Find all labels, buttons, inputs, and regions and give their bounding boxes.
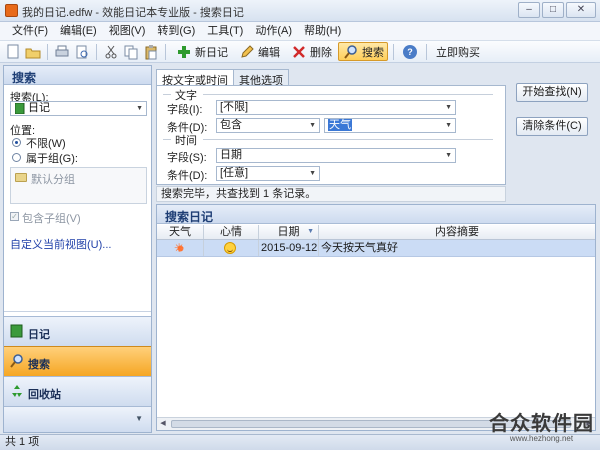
tab-other-options[interactable]: 其他选项 (233, 69, 289, 87)
maximize-button[interactable]: □ (542, 2, 564, 18)
menu-edit[interactable]: 编辑(E) (54, 22, 103, 40)
pencil-icon (239, 44, 255, 60)
cut-icon[interactable] (103, 44, 119, 60)
left-panel-title: 搜索 (4, 66, 151, 85)
scroll-left-icon[interactable]: ◀ (157, 418, 169, 430)
new-document-icon[interactable] (5, 44, 21, 60)
print-icon[interactable] (54, 44, 70, 60)
toolbar-separator (393, 43, 394, 60)
chevron-down-icon: ▼ (136, 105, 143, 112)
toolbar: 新日记 编辑 删除 搜索 ? 立即购买 (0, 41, 600, 63)
radio-in-group[interactable] (12, 153, 21, 162)
clear-conditions-button[interactable]: 清除条件(C) (516, 117, 588, 136)
row-date: 2015-09-12 (261, 240, 319, 256)
watermark: 合众软件园 www.hezhong.net (489, 411, 594, 443)
folder-icon (15, 173, 27, 182)
radio-unlimited[interactable] (12, 138, 21, 147)
toolbar-separator (47, 43, 48, 60)
search-conditions-panel: 文字 字段(I): [不限] ▼ 条件(D): 包含 ▼ 天气 ▼ 时间 字段(… (156, 85, 506, 185)
search-status-text: 搜索完毕，共查找到 1 条记录。 (156, 186, 506, 202)
group-list[interactable]: 默认分组 (10, 167, 147, 204)
time-condition-label: 条件(D): (167, 170, 208, 182)
chevron-down-icon: ▼ (135, 414, 143, 423)
toolbar-separator (426, 43, 427, 60)
col-mood[interactable]: 心情 (204, 225, 259, 239)
nav-diary[interactable]: 日记 (4, 316, 151, 346)
close-button[interactable]: ✕ (566, 2, 596, 18)
left-search-panel: 搜索 搜索(L): 日记 ▼ 位置: 不限(W) 属于组(G): 默认分组 ✓ … (3, 65, 152, 433)
title-bar: 我的日记.edfw - 效能日记本专业版 - 搜索日记 – □ ✕ (0, 0, 600, 22)
menu-file[interactable]: 文件(F) (6, 22, 54, 40)
results-panel: 搜索日记 天气 心情 日期 ▼ 内容摘要 2015-09-12 今天按天气真好 … (156, 204, 596, 431)
menu-view[interactable]: 视图(V) (103, 22, 152, 40)
edit-button[interactable]: 编辑 (234, 42, 284, 61)
chevron-down-icon: ▼ (445, 152, 452, 159)
new-diary-button[interactable]: 新日记 (171, 42, 232, 61)
radio-unlimited-label[interactable]: 不限(W) (26, 135, 66, 151)
search-tabs: 按文字或时间 其他选项 (156, 69, 289, 87)
copy-icon[interactable] (123, 44, 139, 60)
smile-icon (224, 242, 236, 254)
recycle-icon (10, 384, 24, 398)
diary-book-icon (14, 102, 25, 115)
keyword-input[interactable]: 天气 ▼ (324, 118, 456, 133)
menu-action[interactable]: 动作(A) (249, 22, 298, 40)
col-summary[interactable]: 内容摘要 (319, 225, 595, 239)
plus-icon (176, 44, 192, 60)
sort-arrow-icon: ▼ (307, 228, 314, 235)
chevron-down-icon: ▼ (445, 122, 452, 129)
toolbar-separator (96, 43, 97, 60)
toolbar-separator (165, 43, 166, 60)
nav-more-button[interactable]: ▼ (4, 406, 151, 432)
include-subgroup-label: 包含子组(V) (22, 213, 81, 225)
window-title: 我的日记.edfw - 效能日记本专业版 - 搜索日记 (22, 7, 244, 19)
paste-icon[interactable] (143, 44, 159, 60)
menu-help[interactable]: 帮助(H) (298, 22, 347, 40)
custom-view-link[interactable]: 自定义当前视图(U)... (10, 236, 111, 252)
menu-bar: 文件(F) 编辑(E) 视图(V) 转到(G) 工具(T) 动作(A) 帮助(H… (0, 22, 600, 41)
open-folder-icon[interactable] (25, 44, 41, 60)
sun-icon (174, 240, 186, 256)
nav-search[interactable]: 搜索 (4, 346, 151, 376)
include-subgroup-checkbox[interactable]: ✓ (10, 212, 19, 221)
app-icon (5, 4, 18, 17)
menu-goto[interactable]: 转到(G) (151, 22, 201, 40)
search-icon (10, 354, 24, 368)
table-row[interactable]: 2015-09-12 今天按天气真好 (157, 240, 595, 257)
chevron-down-icon: ▼ (309, 122, 316, 129)
start-search-button[interactable]: 开始查找(N) (516, 83, 588, 102)
search-scope-select[interactable]: 日记 ▼ (10, 101, 147, 116)
minimize-button[interactable]: – (518, 2, 540, 18)
search-icon (343, 44, 359, 60)
help-icon: ? (403, 44, 417, 59)
text-field-select[interactable]: [不限] ▼ (216, 100, 456, 115)
chevron-down-icon: ▼ (309, 170, 316, 177)
time-field-select[interactable]: 日期 ▼ (216, 148, 456, 163)
default-group-item: 默认分组 (31, 174, 75, 186)
radio-in-group-label[interactable]: 属于组(G): (26, 150, 78, 166)
time-condition-select[interactable]: [任意] ▼ (216, 166, 320, 181)
search-button[interactable]: 搜索 (338, 42, 388, 61)
menu-tools[interactable]: 工具(T) (201, 22, 249, 40)
text-field-label: 字段(I): (167, 104, 203, 116)
nav-recycle-bin[interactable]: 回收站 (4, 376, 151, 406)
buy-now-button[interactable]: 立即购买 (432, 42, 484, 61)
diary-book-icon (10, 324, 24, 338)
help-button[interactable]: ? (399, 42, 421, 61)
row-summary: 今天按天气真好 (321, 242, 398, 254)
text-condition-select[interactable]: 包含 ▼ (216, 118, 320, 133)
print-preview-icon[interactable] (74, 44, 90, 60)
delete-button[interactable]: 删除 (286, 42, 336, 61)
panel-splitter[interactable] (4, 311, 151, 315)
delete-x-icon (291, 44, 307, 60)
col-date[interactable]: 日期 ▼ (259, 225, 319, 239)
results-title: 搜索日记 (157, 205, 595, 224)
time-field-label: 字段(S): (167, 152, 207, 164)
chevron-down-icon: ▼ (445, 104, 452, 111)
results-header-row: 天气 心情 日期 ▼ 内容摘要 (157, 225, 595, 240)
section-time-label: 时间 (175, 135, 197, 147)
col-weather[interactable]: 天气 (157, 225, 204, 239)
